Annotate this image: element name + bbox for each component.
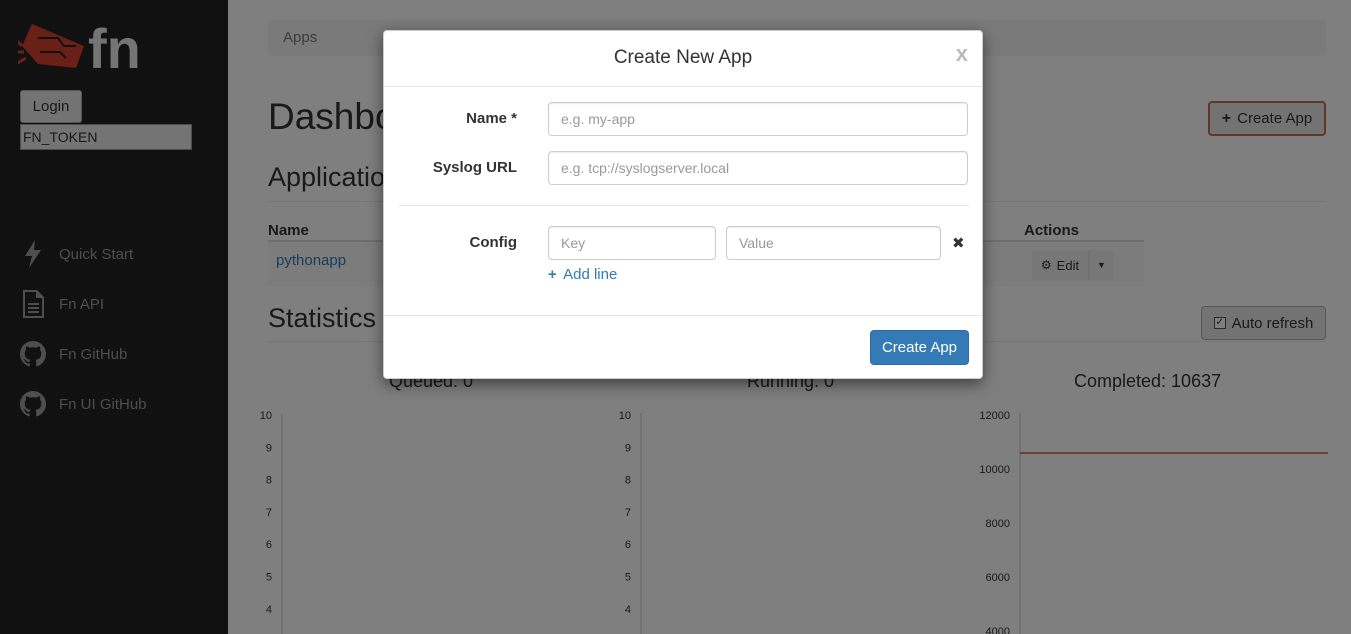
syslog-input[interactable] <box>548 151 968 185</box>
remove-line-icon[interactable]: ✖ <box>952 234 965 252</box>
config-value-input[interactable] <box>726 226 941 260</box>
add-line-label: Add line <box>563 266 618 283</box>
syslog-label: Syslog URL <box>432 159 517 176</box>
modal-title: Create New App <box>613 47 753 68</box>
close-icon[interactable]: x <box>956 43 968 65</box>
plus-icon: + <box>548 266 557 283</box>
create-app-modal: Create New App x Name * Syslog URL Confi… <box>383 30 983 379</box>
add-line-link[interactable]: + Add line <box>548 266 617 283</box>
modal-header-divider <box>384 86 982 87</box>
form-divider <box>399 205 969 206</box>
create-app-submit-button[interactable]: Create App <box>870 330 969 365</box>
config-label: Config <box>469 234 517 251</box>
config-key-input[interactable] <box>548 226 716 260</box>
name-input[interactable] <box>548 102 968 136</box>
name-label: Name * <box>466 110 517 127</box>
modal-footer-divider <box>384 315 982 316</box>
